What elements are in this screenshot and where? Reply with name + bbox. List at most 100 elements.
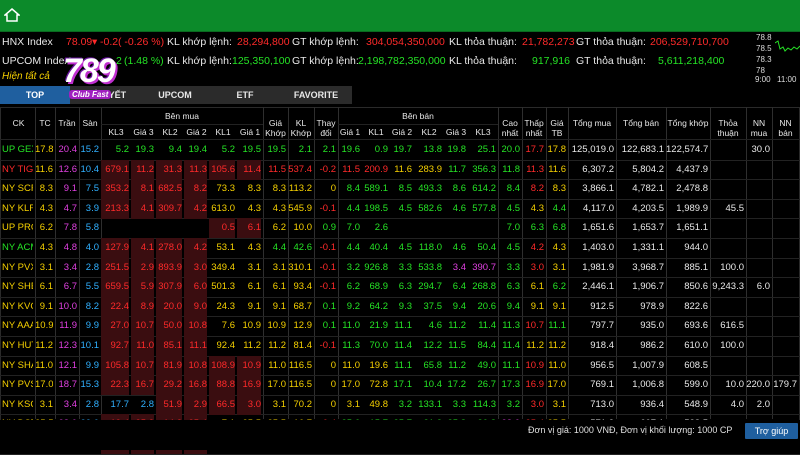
table-cell: 17.2 [447, 379, 467, 390]
tab-upcom[interactable]: UPCOM [140, 86, 210, 104]
table-cell: 3.4 [63, 262, 77, 273]
column-header[interactable]: Sàn [79, 118, 101, 128]
column-header[interactable]: Giá 2 [390, 127, 414, 137]
table-cell: 10.0 [58, 301, 78, 312]
column-header[interactable]: Thấp nhất [522, 118, 546, 138]
column-header[interactable]: Tổng khớp [666, 118, 710, 128]
table-cell: 2.9 [131, 258, 154, 278]
table-cell: 93.4 [293, 281, 313, 292]
table-cell: 1,989.9 [676, 203, 708, 214]
table-cell: 2.9 [184, 395, 207, 415]
column-header[interactable]: Giá Khớp [263, 118, 288, 138]
table-cell: 11.3 [502, 320, 520, 331]
column-header[interactable]: NN bán [772, 118, 799, 138]
stock-symbol[interactable]: NY KSQ [2, 395, 33, 415]
table-cell: 11.0 [35, 360, 53, 371]
table-cell: 17.3 [501, 379, 521, 390]
table-cell: 537.4 [288, 164, 312, 175]
column-header[interactable]: KL1 [209, 127, 237, 137]
table-cell: 8.6 [452, 183, 466, 194]
table-cell: 20.0 [501, 144, 521, 155]
table-cell: 9.1 [247, 301, 261, 312]
column-header[interactable]: KL1 [362, 127, 390, 137]
column-header[interactable]: KL3 [101, 127, 131, 137]
table-cell: 4,782.1 [632, 183, 664, 194]
table-cell: 9.1 [530, 301, 544, 312]
table-cell [710, 140, 744, 160]
show-all-link[interactable]: Hiện tất cả [2, 71, 50, 82]
table-cell [444, 218, 466, 238]
table-cell: 936.4 [640, 399, 664, 410]
stock-symbol[interactable]: NY KVC [2, 297, 33, 317]
column-header[interactable]: Giá 1 [338, 127, 362, 137]
column-header[interactable]: Giá 3 [131, 127, 156, 137]
home-icon[interactable] [4, 8, 20, 22]
table-cell: 9.0 [184, 297, 207, 317]
stock-symbol[interactable]: NY PVX [2, 258, 33, 278]
table-cell: 213.3 [101, 199, 129, 219]
table-cell: 11.1 [548, 320, 566, 331]
table-cell: 614.2 [472, 183, 496, 194]
stock-symbol[interactable]: NY AAA [2, 316, 33, 336]
table-cell: 19.3 [135, 144, 155, 155]
table-cell: 15.3 [80, 379, 100, 390]
column-header[interactable]: KL Khớp [288, 118, 314, 138]
stock-symbol[interactable]: NY ACM [2, 238, 33, 258]
table-cell: 12.6 [58, 164, 78, 175]
tab-etf[interactable]: ETF [210, 86, 280, 104]
table-cell: 3.0 [530, 399, 544, 410]
table-cell: 616.5 [720, 320, 744, 331]
column-header[interactable]: Cao nhất [498, 118, 522, 138]
table-cell: 5.8 [85, 222, 99, 233]
column-header[interactable]: Giá 3 [444, 127, 468, 137]
column-header[interactable]: Giá TB [546, 118, 568, 138]
column-header[interactable]: KL2 [414, 127, 444, 137]
column-header[interactable]: Tổng mua [568, 118, 616, 128]
table-cell: 11.0 [342, 360, 360, 371]
column-header[interactable]: Thay đổi [314, 118, 338, 138]
header-ben-mua: Bên mua [164, 111, 200, 121]
table-cell: 3.3 [506, 262, 520, 273]
table-cell: 3.1 [552, 262, 566, 273]
gt-label: GT khớp lệnh: [292, 36, 359, 48]
table-cell: 4.3 [530, 203, 544, 214]
tab-top[interactable]: TOP [0, 86, 70, 104]
gttt-value: 5,611,218,400 [658, 55, 725, 67]
tab-favorite[interactable]: FAVORITE [280, 86, 352, 104]
table-cell: 45.5 [725, 203, 745, 214]
stock-symbol[interactable]: UP PRO [2, 218, 33, 238]
column-header[interactable]: Trần [55, 118, 79, 128]
stock-symbol[interactable]: UP GEX [2, 140, 33, 160]
stock-symbol[interactable]: NY PVS [2, 375, 33, 395]
column-header[interactable]: NN mua [746, 118, 772, 138]
table-cell: 10.9 [35, 320, 53, 331]
table-cell: 6.1 [530, 281, 544, 292]
column-header[interactable]: KL2 [156, 127, 184, 137]
stock-symbol[interactable]: NY TIG [2, 160, 33, 180]
table-cell: 1,651.1 [676, 222, 708, 233]
table-cell: 105.6 [209, 160, 235, 180]
table-cell: 11.4 [394, 340, 412, 351]
gt-value: 2,198,782,350,000 [358, 55, 446, 67]
table-cell: 0 [330, 360, 336, 371]
column-header[interactable]: CK [2, 118, 35, 128]
column-header[interactable]: Giá 2 [184, 127, 209, 137]
stock-symbol[interactable]: NY SHB [2, 277, 33, 297]
column-header[interactable]: Giá 1 [237, 127, 263, 137]
column-header[interactable]: Tổng bán [616, 118, 666, 128]
brand-logo: 789 Club Fast [63, 52, 121, 100]
stock-symbol[interactable]: NY HUT [2, 336, 33, 356]
table-cell: 10.0 [293, 222, 313, 233]
column-header[interactable]: KL3 [468, 127, 498, 137]
column-header[interactable]: Thỏa thuận [710, 118, 746, 138]
stock-symbol[interactable]: NY SHA [2, 356, 33, 376]
help-button[interactable]: Trợ giúp [745, 423, 798, 439]
table-cell: 11.2 [548, 340, 566, 351]
table-cell: 30.0 [751, 144, 771, 155]
table-cell: 956.5 [590, 360, 614, 371]
table-cell: 65.8 [423, 360, 443, 371]
column-header[interactable]: TC [35, 118, 55, 128]
stock-symbol[interactable]: NY SCR [2, 179, 33, 199]
stock-symbol[interactable]: NY KLF [2, 199, 33, 219]
table-cell: 3.1 [39, 399, 53, 410]
